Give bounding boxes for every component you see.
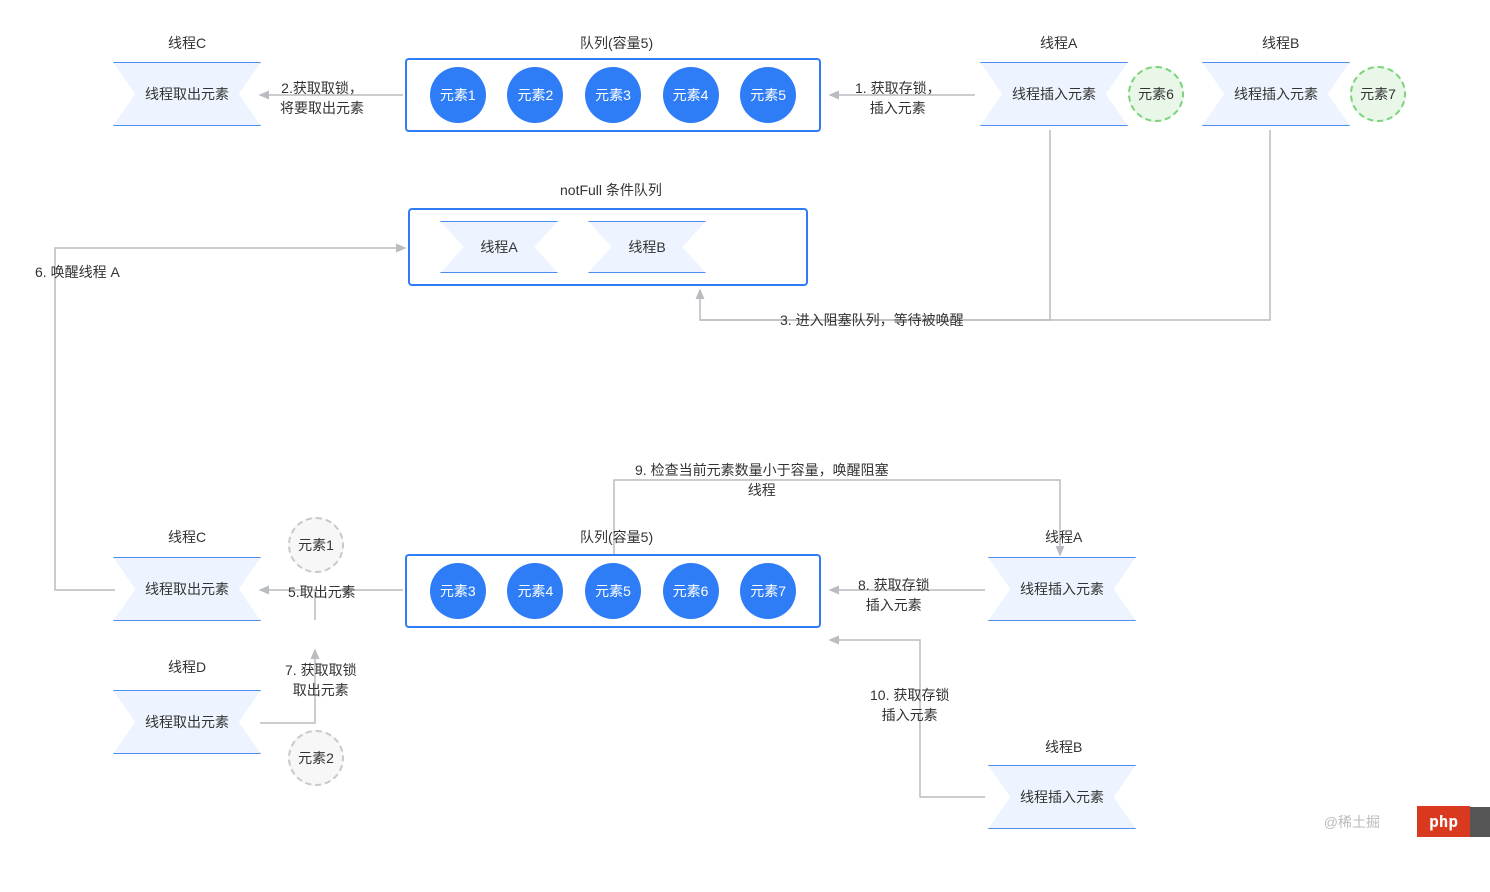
edge7-label: 7. 获取取锁 取出元素 [285,660,357,700]
queue-bottom-item: 元素7 [740,563,796,619]
thread-b-title: 线程B [1262,33,1299,53]
thread-d-box-label: 线程取出元素 [145,712,229,732]
queue-bottom-title: 队列(容量5) [580,527,653,547]
thread-c-box: 线程取出元素 [113,62,261,126]
thread-d-box: 线程取出元素 [113,690,261,754]
edge3-label: 3. 进入阻塞队列，等待被唤醒 [780,310,964,330]
thread-c2-box: 线程取出元素 [113,557,261,621]
thread-a-box-label: 线程插入元素 [1012,84,1096,104]
cond-thread: 线程B [588,221,706,273]
edge9-label: 9. 检查当前元素数量小于容量，唤醒阻塞 线程 [635,460,889,500]
edge8-label: 8. 获取存锁 插入元素 [858,575,930,615]
edge6-label: 6. 唤醒线程 A [35,262,120,282]
edge5-label: 5.取出元素 [288,582,356,602]
thread-a2-box-label: 线程插入元素 [1020,579,1104,599]
queue-bottom-item: 元素4 [507,563,563,619]
thread-c2-title: 线程C [168,527,206,547]
thread-a-title: 线程A [1040,33,1077,53]
cond-thread: 线程A [440,221,558,273]
thread-b-box-label: 线程插入元素 [1234,84,1318,104]
thread-b2-box-label: 线程插入元素 [1020,787,1104,807]
queue-bottom: 元素3 元素4 元素5 元素6 元素7 [405,554,821,628]
thread-c-box-label: 线程取出元素 [145,84,229,104]
popped-elem-2: 元素2 [288,730,344,786]
thread-a-elem: 元素6 [1128,66,1184,122]
arrow-layer [0,0,1490,892]
thread-b-box: 线程插入元素 [1202,62,1350,126]
watermark: @稀土掘 [1324,812,1380,832]
queue-top-item: 元素4 [663,67,719,123]
queue-bottom-item: 元素6 [663,563,719,619]
queue-bottom-item: 元素5 [585,563,641,619]
popped-elem: 元素1 [288,517,344,573]
thread-b-elem: 元素7 [1350,66,1406,122]
queue-top-item: 元素5 [740,67,796,123]
edge10-label: 10. 获取存锁 插入元素 [870,685,949,725]
queue-top-item: 元素3 [585,67,641,123]
thread-c-title: 线程C [168,33,206,53]
queue-top-item: 元素2 [507,67,563,123]
edge1-label: 1. 获取存锁， 插入元素 [855,78,941,118]
php-logo: php [1417,806,1470,837]
cond-title: notFull 条件队列 [560,180,662,200]
queue-top-title: 队列(容量5) [580,33,653,53]
edge2-label: 2.获取取锁， 将要取出元素 [280,78,364,118]
queue-top: 元素1 元素2 元素3 元素4 元素5 [405,58,821,132]
queue-bottom-item: 元素3 [430,563,486,619]
queue-top-item: 元素1 [430,67,486,123]
thread-c2-box-label: 线程取出元素 [145,579,229,599]
cond-queue: 线程A 线程B [408,208,808,286]
thread-b2-box: 线程插入元素 [988,765,1136,829]
thread-a2-box: 线程插入元素 [988,557,1136,621]
thread-b2-title: 线程B [1045,737,1082,757]
thread-a-box: 线程插入元素 [980,62,1128,126]
thread-d-title: 线程D [168,657,206,677]
thread-a2-title: 线程A [1045,527,1082,547]
diagram-canvas: 线程C 线程取出元素 队列(容量5) 元素1 元素2 元素3 元素4 元素5 线… [0,0,1490,892]
